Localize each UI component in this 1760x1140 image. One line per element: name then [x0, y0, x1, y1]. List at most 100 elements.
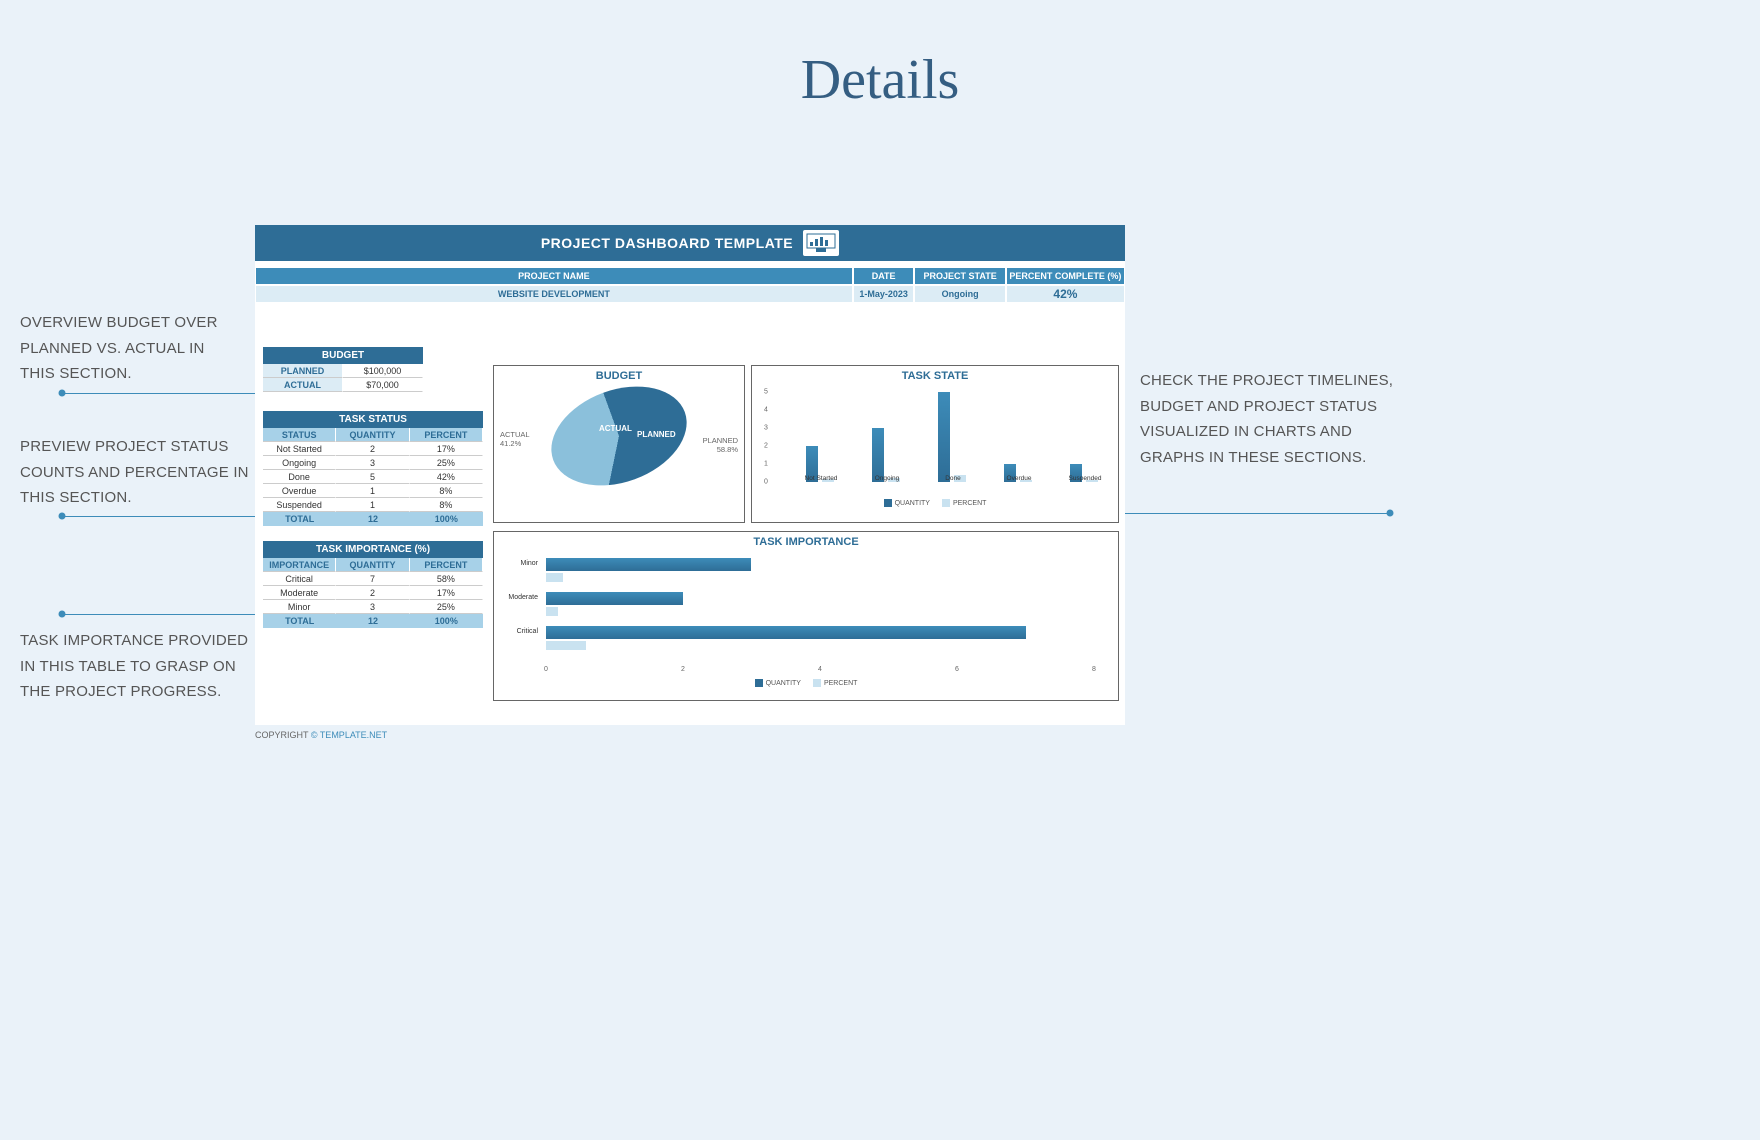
cell: 5 — [336, 470, 409, 484]
callout-charts: CHECK THE PROJECT TIMELINES, BUDGET AND … — [1140, 368, 1410, 470]
slice-label-planned: PLANNED — [637, 430, 676, 439]
dashboard-header: PROJECT DASHBOARD TEMPLATE — [255, 225, 1125, 261]
cell: IMPORTANCE — [263, 558, 336, 572]
cell: 12 — [336, 512, 409, 526]
task-importance-chart: TASK IMPORTANCE Minor Moderate Critical … — [493, 531, 1119, 701]
cell: 2 — [336, 442, 409, 456]
axis-label: Critical — [504, 628, 538, 635]
table-total: TOTAL12100% — [263, 614, 483, 628]
legend-p: PERCENT — [824, 680, 857, 687]
task-status-table: TASK STATUS STATUSQUANTITYPERCENT Not St… — [263, 411, 483, 526]
info-header-row: PROJECT NAME DATE PROJECT STATE PERCENT … — [255, 267, 1125, 285]
cell: 3 — [336, 600, 409, 614]
task-importance-title: TASK IMPORTANCE (%) — [263, 541, 483, 558]
copyright: COPYRIGHT © TEMPLATE.NET — [255, 730, 387, 740]
axis-label: Moderate — [504, 594, 538, 601]
chart-title: TASK STATE — [752, 366, 1118, 386]
copyright-link[interactable]: © TEMPLATE.NET — [311, 730, 387, 740]
bar-q — [546, 558, 751, 571]
cell: Minor — [263, 600, 336, 614]
callout-status: PREVIEW PROJECT STATUS COUNTS AND PERCEN… — [20, 434, 250, 511]
table-row: Overdue18% — [263, 484, 483, 498]
table-row: Minor325% — [263, 600, 483, 614]
cell: Overdue — [263, 484, 336, 498]
cell: ACTUAL — [263, 378, 343, 392]
bar-q — [546, 626, 1026, 639]
cell: Ongoing — [263, 456, 336, 470]
value-project-name: WEBSITE DEVELOPMENT — [255, 285, 853, 303]
cell: 1 — [336, 484, 409, 498]
cell: 17% — [410, 442, 483, 456]
bar-p — [546, 641, 586, 650]
label-pct: PERCENT COMPLETE (%) — [1006, 267, 1125, 285]
table-header: STATUSQUANTITYPERCENT — [263, 428, 483, 442]
table-row: Not Started217% — [263, 442, 483, 456]
axis-label: Ongoing — [860, 475, 914, 482]
cell: 58% — [410, 572, 483, 586]
budget-table: BUDGET PLANNED$100,000 ACTUAL$70,000 — [263, 347, 423, 392]
cell: PERCENT — [410, 428, 483, 442]
value-date: 1-May-2023 — [853, 285, 915, 303]
legend-q: QUANTITY — [766, 680, 801, 687]
budget-chart: BUDGET ACTUAL PLANNED ACTUAL41.2% PLANNE… — [493, 365, 745, 523]
axis-label: Suspended — [1058, 475, 1112, 482]
cell: 25% — [410, 600, 483, 614]
cell: Done — [263, 470, 336, 484]
cell: PLANNED — [263, 364, 343, 378]
dashboard-header-text: PROJECT DASHBOARD TEMPLATE — [541, 235, 793, 251]
callout-line — [62, 614, 262, 615]
callout-line — [62, 516, 262, 517]
cell: 2 — [336, 586, 409, 600]
cell: PERCENT — [410, 558, 483, 572]
chart-legend: QUANTITY PERCENT — [494, 676, 1118, 690]
cell: QUANTITY — [336, 428, 409, 442]
axis-label: Overdue — [992, 475, 1046, 482]
cell: 3 — [336, 456, 409, 470]
table-row: ACTUAL$70,000 — [263, 378, 423, 392]
legend-q: QUANTITY — [895, 500, 930, 507]
cell: STATUS — [263, 428, 336, 442]
page-title: Details — [0, 0, 1760, 112]
task-state-chart: TASK STATE 012345 Not Started Ongoing Do… — [751, 365, 1119, 523]
info-value-row: WEBSITE DEVELOPMENT 1-May-2023 Ongoing 4… — [255, 285, 1125, 303]
cell: QUANTITY — [336, 558, 409, 572]
value-state: Ongoing — [914, 285, 1005, 303]
chart-legend: QUANTITY PERCENT — [752, 496, 1118, 510]
pie: ACTUAL PLANNED — [549, 390, 689, 482]
axis-label: Not Started — [794, 475, 848, 482]
axis-label: Done — [926, 475, 980, 482]
label-date: DATE — [853, 267, 915, 285]
bar-p — [546, 607, 558, 616]
cell: 17% — [410, 586, 483, 600]
table-row: PLANNED$100,000 — [263, 364, 423, 378]
callout-line — [62, 393, 262, 394]
cell: 7 — [336, 572, 409, 586]
budget-title: BUDGET — [263, 347, 423, 364]
cell: Suspended — [263, 498, 336, 512]
dashboard-canvas: PROJECT DASHBOARD TEMPLATE PROJECT NAME … — [255, 225, 1125, 725]
legend-p: PERCENT — [953, 500, 986, 507]
table-header: IMPORTANCEQUANTITYPERCENT — [263, 558, 483, 572]
bar-q — [546, 592, 683, 605]
pie-label-actual: ACTUAL41.2% — [500, 430, 530, 448]
cell: 42% — [410, 470, 483, 484]
slice-label-actual: ACTUAL — [599, 424, 632, 433]
cell: 100% — [410, 614, 483, 628]
table-row: Suspended18% — [263, 498, 483, 512]
table-row: Done542% — [263, 470, 483, 484]
cell: Critical — [263, 572, 336, 586]
cell: 12 — [336, 614, 409, 628]
task-importance-table: TASK IMPORTANCE (%) IMPORTANCEQUANTITYPE… — [263, 541, 483, 628]
hbar-area: Minor Moderate Critical 02468 — [506, 556, 1106, 676]
cell: 25% — [410, 456, 483, 470]
bar-p — [546, 573, 563, 582]
table-row: Critical758% — [263, 572, 483, 586]
pie-disc — [537, 369, 700, 503]
callout-importance: TASK IMPORTANCE PROVIDED IN THIS TABLE T… — [20, 628, 250, 705]
label-state: PROJECT STATE — [914, 267, 1005, 285]
pie-label-planned: PLANNED58.8% — [703, 436, 738, 454]
axis-label: Minor — [504, 560, 538, 567]
x-axis: 02468 — [546, 666, 1096, 678]
cell: 8% — [410, 498, 483, 512]
table-row: Ongoing325% — [263, 456, 483, 470]
